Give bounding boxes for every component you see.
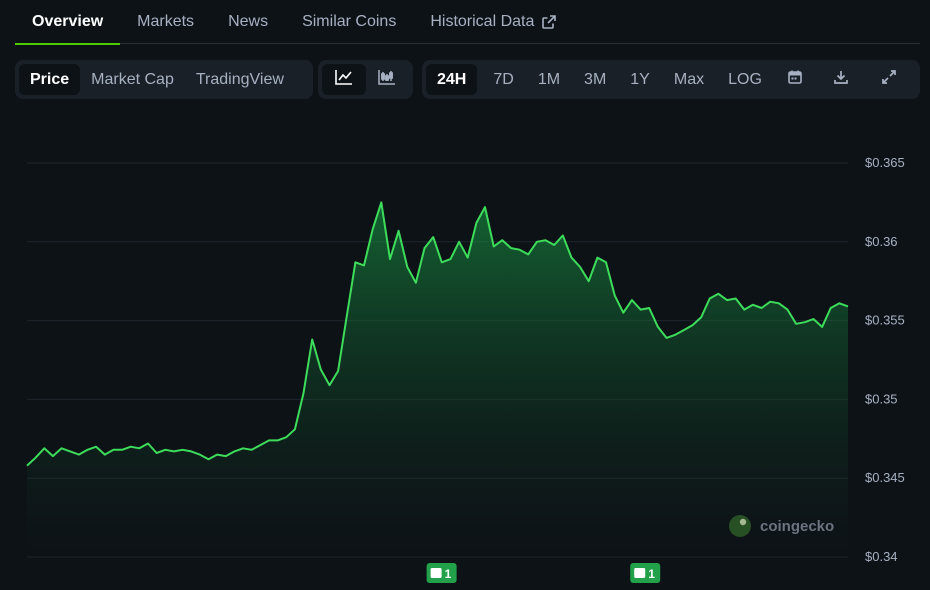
coingecko-logo-icon (729, 515, 751, 537)
price-area (27, 202, 848, 557)
y-tick-label: $0.355 (865, 313, 905, 328)
watermark-text: coingecko (760, 518, 834, 535)
news-badge[interactable]: 1 (630, 563, 661, 583)
y-tick-label: $0.35 (865, 391, 898, 406)
news-icon (634, 568, 646, 578)
coingecko-watermark: coingecko (729, 515, 834, 537)
y-tick-label: $0.36 (865, 234, 898, 249)
news-badge-count: 1 (648, 567, 655, 581)
news-badge-count: 1 (445, 567, 452, 581)
price-chart[interactable]: $0.365 $0.36 $0.355 $0.35 $0.345 $0.34 coinge… (0, 0, 930, 590)
y-tick-label: $0.345 (865, 470, 905, 485)
y-tick-label: $0.34 (865, 549, 898, 564)
news-icon (430, 568, 442, 578)
news-badge[interactable]: 1 (426, 563, 457, 583)
y-tick-label: $0.365 (865, 155, 905, 170)
